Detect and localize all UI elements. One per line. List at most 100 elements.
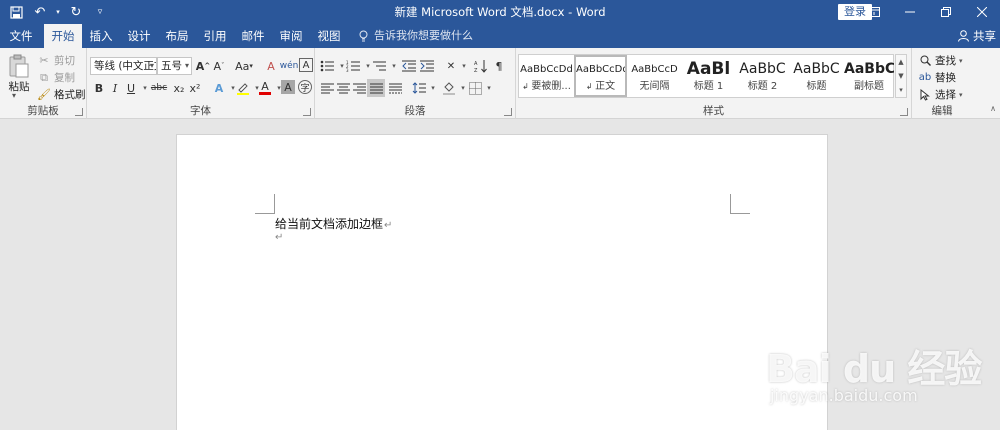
style-name: ↲ 正文 — [585, 81, 616, 92]
increase-indent-icon[interactable] — [419, 58, 435, 74]
distributed-icon[interactable] — [387, 80, 403, 96]
paragraph-launcher-icon[interactable] — [504, 108, 512, 116]
scroll-up-icon[interactable]: ▲ — [898, 58, 903, 66]
style-item-heading-1[interactable]: AaBl 标题 1 — [682, 55, 735, 97]
tab-home[interactable]: 开始 — [44, 24, 82, 48]
clipboard-launcher-icon[interactable] — [75, 108, 83, 116]
format-painter-button[interactable]: 🖌 格式刷 — [37, 87, 85, 102]
align-center-icon[interactable] — [335, 80, 351, 96]
search-icon — [918, 54, 932, 68]
shrink-font-icon[interactable]: Aˇ — [211, 58, 227, 74]
tab-layout[interactable]: 布局 — [160, 24, 194, 48]
character-border-icon[interactable]: A — [299, 58, 313, 72]
multilevel-dropdown-icon[interactable]: ▾ — [386, 58, 402, 74]
clear-formatting-icon[interactable]: A — [263, 58, 279, 74]
paste-button[interactable]: 粘贴 — [6, 54, 32, 94]
undo-icon[interactable]: ↶ — [30, 2, 50, 22]
tab-insert[interactable]: 插入 — [84, 24, 118, 48]
share-button[interactable]: 共享 — [958, 24, 996, 48]
styles-gallery: AaBbCcDd ↲ 要被删... AaBbCcDd ↲ 正文 AaBbCcD … — [518, 54, 894, 98]
tab-references[interactable]: 引用 — [198, 24, 232, 48]
bold-icon[interactable]: B — [91, 80, 107, 96]
paste-dropdown-icon[interactable]: ▾ — [12, 91, 16, 100]
style-sample: AaBl — [686, 59, 731, 79]
styles-gallery-scroll[interactable]: ▲ ▼ ▾ — [895, 54, 907, 98]
multilevel-list-icon[interactable] — [371, 58, 387, 74]
title-bar: ↶ ▾ ↻ ▿ 新建 Microsoft Word 文档.docx - Word… — [0, 0, 1000, 24]
replace-icon: ab — [918, 72, 932, 83]
show-marks-icon[interactable]: ¶ — [491, 58, 507, 74]
save-icon[interactable] — [6, 2, 26, 22]
select-button[interactable]: 选择 ▾ — [918, 87, 963, 102]
style-name: 无间隔 — [639, 81, 670, 92]
redo-icon[interactable]: ↻ — [66, 2, 86, 22]
justify-icon[interactable] — [367, 79, 385, 97]
customize-icon[interactable]: ▿ — [90, 2, 110, 22]
font-size-combo[interactable]: 五号 ▾ — [157, 57, 192, 75]
find-dropdown-icon[interactable]: ▾ — [959, 57, 963, 65]
tab-file[interactable]: 文件 — [4, 24, 38, 48]
margin-mark-top-left — [255, 194, 275, 214]
collapse-ribbon-icon[interactable]: ∧ — [990, 104, 996, 113]
paragraph-group-label: 段落 — [404, 105, 426, 117]
cut-button[interactable]: ✂ 剪切 — [37, 53, 75, 68]
style-item-normal[interactable]: AaBbCcDd ↲ 正文 — [574, 55, 627, 97]
empty-paragraph-mark[interactable]: ↵ — [275, 232, 283, 243]
baidu-watermark: Bai du 经验 jingyan.baidu.com — [758, 324, 982, 414]
style-item-subtitle[interactable]: AaBbC 副标题 — [844, 55, 894, 97]
tell-me-placeholder: 告诉我你想要做什么 — [374, 29, 473, 42]
style-item-heading-2[interactable]: AaBbC 标题 2 — [736, 55, 789, 97]
borders-dropdown-icon[interactable]: ▾ — [481, 80, 497, 96]
decrease-indent-icon[interactable] — [401, 58, 417, 74]
find-button[interactable]: 查找 ▾ — [918, 53, 963, 68]
document-page[interactable]: 给当前文档添加边框↵ ↵ — [176, 134, 828, 430]
font-group-label: 字体 — [190, 105, 211, 117]
font-group: 等线 (中文正文) ▾ 五号 ▾ A^ Aˇ Aa▾ A wén A B I U… — [87, 48, 315, 119]
document-paragraph[interactable]: 给当前文档添加边框↵ — [275, 215, 392, 232]
sort-icon[interactable]: AZ — [473, 58, 489, 74]
scroll-down-icon[interactable]: ▼ — [898, 72, 903, 80]
style-name: 标题 2 — [747, 81, 778, 92]
copy-button[interactable]: ⧉ 复制 — [37, 70, 75, 85]
styles-launcher-icon[interactable] — [900, 108, 908, 116]
style-item-normal-copy[interactable]: AaBbCcDd ↲ 要被删... — [520, 55, 573, 97]
chinese-layout-dropdown-icon[interactable]: ▾ — [456, 58, 472, 74]
phonetic-guide-icon[interactable]: wén — [280, 58, 299, 74]
subscript-icon[interactable]: x₂ — [171, 80, 187, 96]
tab-mailings[interactable]: 邮件 — [236, 24, 270, 48]
font-name-combo[interactable]: 等线 (中文正文) ▾ — [90, 57, 157, 75]
style-sample: AaBbC — [739, 61, 786, 77]
more-styles-icon[interactable]: ▾ — [899, 86, 903, 94]
style-sample: AaBbCcDd — [520, 64, 573, 75]
tab-view[interactable]: 视图 — [312, 24, 346, 48]
person-icon — [958, 30, 969, 42]
tab-review[interactable]: 审阅 — [274, 24, 308, 48]
undo-dropdown-icon[interactable]: ▾ — [54, 2, 62, 22]
bullets-icon[interactable] — [319, 58, 335, 74]
enclose-characters-icon[interactable]: 字 — [298, 80, 312, 94]
numbering-icon[interactable]: 123 — [345, 58, 361, 74]
superscript-icon[interactable]: x² — [187, 80, 203, 96]
align-right-icon[interactable] — [351, 80, 367, 96]
tell-me-search[interactable]: 告诉我你想要做什么 — [358, 24, 473, 48]
line-spacing-dropdown-icon[interactable]: ▾ — [425, 80, 441, 96]
style-item-title[interactable]: AaBbC 标题 — [790, 55, 843, 97]
change-case-icon[interactable]: Aa ▾ — [233, 58, 255, 74]
grow-font-icon[interactable]: A ^ — [195, 58, 211, 74]
restore-icon[interactable] — [928, 0, 964, 24]
replace-button[interactable]: ab 替换 — [918, 70, 956, 85]
italic-icon[interactable]: I — [107, 80, 123, 96]
strikethrough-icon[interactable]: abc — [149, 80, 169, 96]
font-launcher-icon[interactable] — [303, 108, 311, 116]
select-dropdown-icon[interactable]: ▾ — [959, 91, 963, 99]
tab-design[interactable]: 设计 — [122, 24, 156, 48]
close-icon[interactable] — [964, 0, 1000, 24]
character-shading-icon[interactable]: A — [281, 80, 295, 94]
watermark-url: jingyan.baidu.com — [770, 386, 918, 405]
align-left-icon[interactable] — [319, 80, 335, 96]
style-item-no-spacing[interactable]: AaBbCcD 无间隔 — [628, 55, 681, 97]
replace-label: 替换 — [935, 72, 956, 84]
minimize-icon[interactable] — [892, 0, 928, 24]
quick-access-toolbar: ↶ ▾ ↻ ▿ — [6, 0, 110, 24]
ribbon-display-icon[interactable] — [856, 0, 892, 24]
